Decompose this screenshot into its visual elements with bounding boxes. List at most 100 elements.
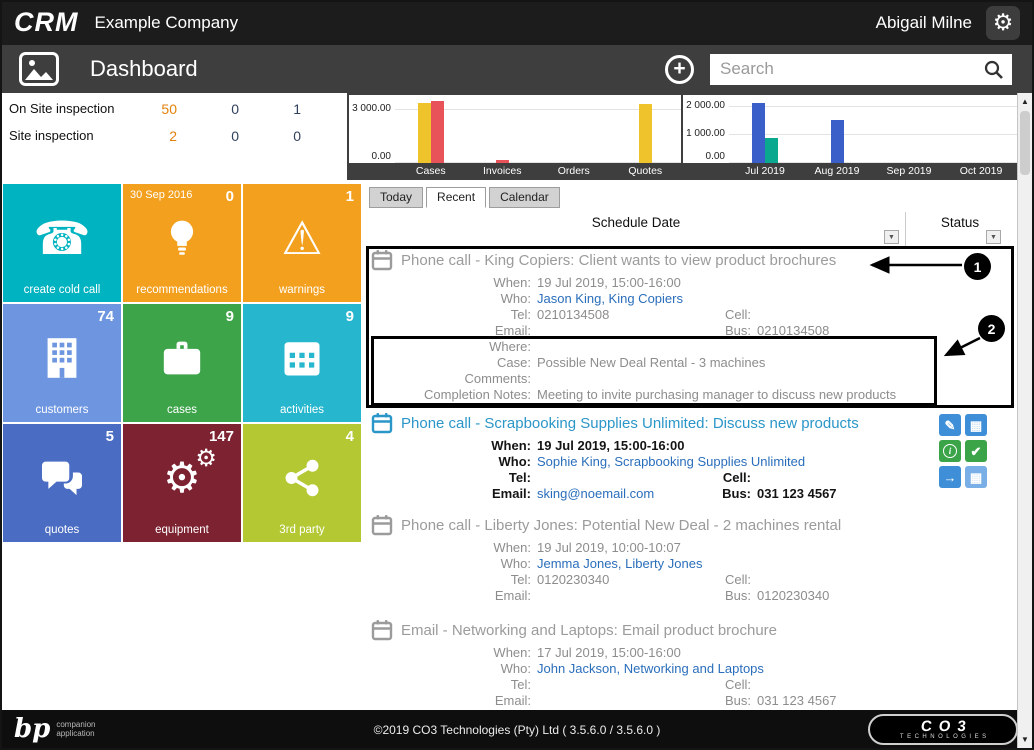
- tile-warnings[interactable]: 1 ⚠ warnings: [243, 184, 361, 302]
- bp-logo-sub1: companion: [56, 720, 96, 729]
- edit-activity-button[interactable]: ✎: [939, 414, 961, 436]
- tab-today[interactable]: Today: [369, 187, 424, 208]
- stats-value[interactable]: 2: [115, 128, 177, 144]
- activity-title: Phone call - Scrapbooking Supplies Unlim…: [401, 414, 859, 432]
- column-header-schedule-date[interactable]: Schedule Date: [367, 215, 905, 230]
- tab-calendar[interactable]: Calendar: [489, 187, 560, 208]
- field-value: Possible New Deal Rental - 3 machines: [537, 355, 766, 370]
- scroll-down-button[interactable]: ▼: [1018, 732, 1032, 747]
- field-value: 0120230340: [757, 588, 830, 603]
- status-filter-dropdown[interactable]: ▼: [986, 230, 1001, 244]
- activity-title: Phone call - King Copiers: Client wants …: [401, 251, 837, 269]
- stats-label: On Site inspection: [9, 101, 115, 116]
- contact-link[interactable]: John Jackson, Networking and Laptops: [537, 661, 764, 677]
- search-icon[interactable]: [983, 59, 1005, 86]
- tile-label: activities: [279, 404, 325, 416]
- gears-icon: ⚙ ⚙: [163, 445, 217, 502]
- building-icon: [44, 336, 80, 380]
- contact-link[interactable]: Sophie King, Scrapbooking Supplies Unlim…: [537, 454, 805, 470]
- field-label: Cell:: [724, 572, 751, 587]
- tile-count: 1: [345, 188, 354, 205]
- stats-row: Site inspection 2 0 0: [9, 128, 347, 144]
- activity-item-king-copiers[interactable]: Phone call - King Copiers: Client wants …: [367, 247, 1015, 407]
- tile-3rd-party[interactable]: 4 3rd party: [243, 424, 361, 542]
- activity-title: Phone call - Liberty Jones: Potential Ne…: [401, 516, 842, 534]
- chart-category-axis: Cases Invoices Orders Quotes: [349, 163, 681, 180]
- company-name: Example Company: [94, 12, 239, 32]
- scroll-up-button[interactable]: ▲: [1018, 94, 1032, 109]
- tile-count: 5: [105, 428, 114, 445]
- tile-customers[interactable]: 74 customers: [3, 304, 121, 422]
- activity-item-networking-laptops[interactable]: Email - Networking and Laptops: Email pr…: [367, 617, 1015, 713]
- field-label: Who:: [500, 556, 531, 571]
- briefcase-icon: [160, 338, 204, 378]
- tile-recommendations[interactable]: 30 Sep 2016 0 recommendations: [123, 184, 241, 302]
- stats-value[interactable]: 0: [177, 101, 239, 117]
- tile-count: 0: [225, 188, 234, 205]
- category-label: Quotes: [628, 165, 663, 177]
- tile-label: customers: [35, 404, 89, 416]
- scrollbar-thumb[interactable]: [1020, 111, 1030, 175]
- tile-create-cold-call[interactable]: ☎ create cold call: [3, 184, 121, 302]
- dashboard-tiles: ☎ create cold call 30 Sep 2016 0 recomme…: [3, 184, 361, 542]
- contact-link[interactable]: Jason King, King Copiers: [537, 291, 683, 307]
- copyright-text: ©2019 CO3 Technologies (Pty) Ltd ( 3.5.6…: [373, 723, 661, 737]
- annotation-marker-2: 2: [978, 315, 1005, 342]
- field-value: 0210134508: [537, 307, 610, 322]
- y-tick-label: 0.00: [705, 151, 725, 162]
- reschedule-button[interactable]: ▦: [965, 414, 987, 436]
- tile-cases[interactable]: 9 cases: [123, 304, 241, 422]
- settings-button[interactable]: ⚙: [986, 5, 1020, 40]
- dashboard-picture-icon[interactable]: [18, 52, 60, 86]
- bp-logo-sub2: application: [56, 729, 95, 738]
- field-label: When:: [493, 275, 531, 290]
- field-label: Tel:: [510, 307, 531, 322]
- info-icon: i: [943, 444, 957, 458]
- tile-activities[interactable]: 9 activities: [243, 304, 361, 422]
- field-value: 0210134508: [757, 323, 830, 338]
- category-label: Invoices: [482, 165, 522, 177]
- field-value: 17 Jul 2019, 15:00-16:00: [537, 645, 681, 660]
- bar-group: [467, 160, 539, 163]
- contact-link[interactable]: Jemma Jones, Liberty Jones: [537, 556, 702, 572]
- field-label: Cell:: [724, 307, 751, 322]
- field-label: When:: [491, 438, 531, 453]
- schedule-filter-dropdown[interactable]: ▼: [884, 230, 899, 244]
- info-button[interactable]: i: [939, 440, 961, 462]
- search-input[interactable]: [710, 53, 1012, 85]
- company-link-button[interactable]: ▦: [965, 466, 987, 488]
- category-label: Sep 2019: [886, 165, 932, 177]
- activity-item-scrapbooking[interactable]: Phone call - Scrapbooking Supplies Unlim…: [367, 410, 1015, 506]
- bar: [638, 104, 652, 163]
- complete-button[interactable]: ✔: [965, 440, 987, 462]
- category-label: Cases: [415, 165, 446, 177]
- chevron-down-icon: ▼: [990, 233, 997, 241]
- gear-icon: ⚙: [992, 9, 1014, 35]
- tile-equipment[interactable]: 147 ⚙ ⚙ equipment: [123, 424, 241, 542]
- bar: [752, 103, 765, 163]
- inspection-stats: On Site inspection 50 0 1 Site inspectio…: [0, 93, 347, 180]
- stats-charts-row: On Site inspection 50 0 1 Site inspectio…: [0, 93, 1034, 180]
- column-header-status[interactable]: Status: [905, 215, 1015, 230]
- arrow-right-icon: →: [943, 469, 957, 485]
- stats-value[interactable]: 50: [115, 101, 177, 117]
- field-value: 19 Jul 2019, 15:00-16:00: [537, 275, 681, 290]
- tab-recent[interactable]: Recent: [426, 187, 487, 208]
- stats-value[interactable]: 0: [239, 128, 301, 144]
- scrollbar[interactable]: ▲ ▼: [1017, 93, 1032, 748]
- field-label: Tel:: [510, 677, 531, 692]
- pencil-icon: ✎: [944, 417, 956, 433]
- add-button[interactable]: +: [665, 54, 694, 84]
- activity-list: Phone call - King Copiers: Client wants …: [367, 247, 1015, 713]
- activity-item-liberty-jones[interactable]: Phone call - Liberty Jones: Potential Ne…: [367, 512, 1015, 608]
- tile-quotes[interactable]: 5 quotes: [3, 424, 121, 542]
- stats-value[interactable]: 1: [239, 101, 301, 117]
- forward-button[interactable]: →: [939, 466, 961, 488]
- co3-logo-text: CO3: [919, 717, 974, 735]
- stats-value[interactable]: 0: [177, 128, 239, 144]
- email-link[interactable]: sking@noemail.com: [537, 486, 711, 502]
- scroll-up-icon: ▲: [1021, 96, 1029, 106]
- field-label: Bus:: [724, 693, 751, 708]
- bar-group: [729, 103, 801, 163]
- activity-action-buttons: ✎ ▦ i ✔ → ▦: [939, 414, 987, 488]
